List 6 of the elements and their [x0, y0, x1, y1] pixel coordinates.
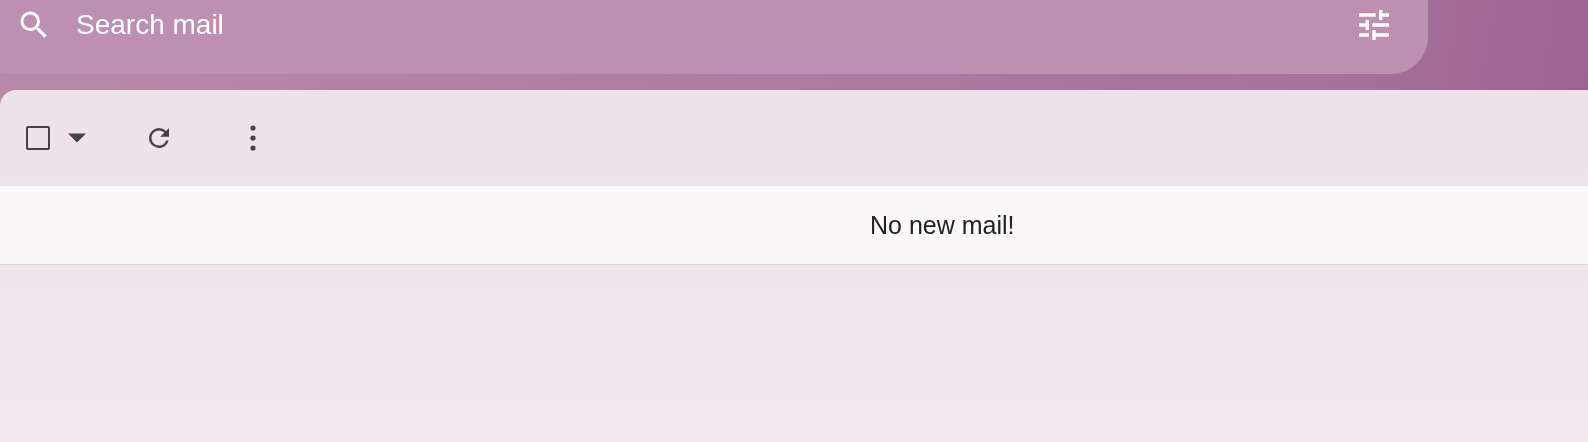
caret-icon[interactable]	[68, 133, 86, 143]
select-all-checkbox[interactable]	[26, 126, 50, 150]
search-bar[interactable]: Search mail	[0, 0, 1428, 74]
more-options-icon[interactable]	[249, 125, 257, 151]
search-field[interactable]: Search mail	[74, 8, 1354, 42]
empty-inbox-message: No new mail!	[870, 210, 1015, 240]
